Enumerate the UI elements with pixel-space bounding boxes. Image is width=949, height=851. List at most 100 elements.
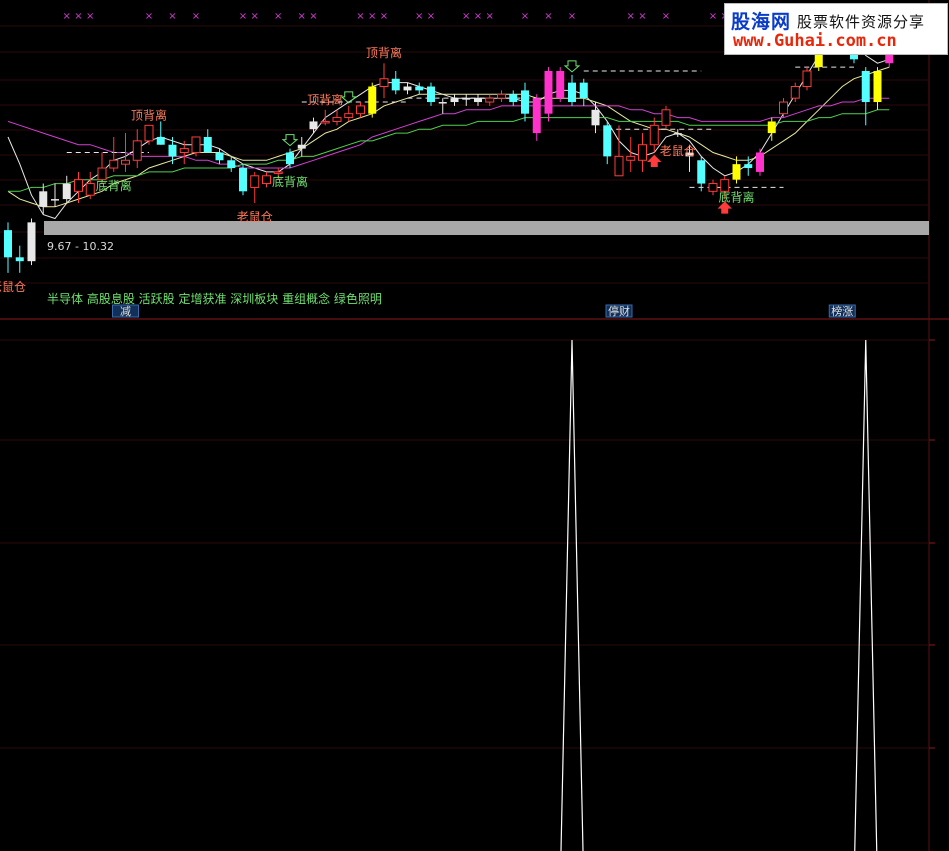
candle-body (144, 124, 154, 142)
candle (661, 105, 671, 130)
top-marker: × (239, 11, 247, 22)
signal-label: 顶背离 (131, 107, 167, 122)
candle-body (802, 70, 812, 88)
candle-body (509, 94, 518, 103)
top-marker: × (415, 11, 423, 22)
candle-body (356, 105, 365, 115)
candle-body (85, 183, 95, 196)
top-marker: × (627, 11, 635, 22)
candle-body (4, 230, 12, 258)
top-marker: × (662, 11, 670, 22)
watermark-tagline: 股票软件资源分享 (797, 13, 926, 31)
candle-body (427, 86, 435, 103)
candle-body (485, 97, 495, 103)
candle-body (861, 70, 870, 103)
candle-body (203, 136, 212, 153)
candle-body (239, 168, 247, 192)
candle-body (309, 121, 318, 130)
candle-body (790, 86, 800, 99)
candle (4, 222, 12, 273)
up-arrow-icon (647, 154, 662, 167)
top-marker: × (192, 11, 200, 22)
candle (15, 245, 24, 273)
candle-body (767, 121, 776, 134)
candle (579, 78, 588, 106)
candle-body (649, 124, 659, 146)
candle-body (697, 160, 706, 184)
candle-body (673, 133, 682, 135)
candle-body (39, 191, 48, 207)
candle-body (168, 144, 177, 157)
top-marker: × (638, 11, 646, 22)
candle-body (462, 98, 471, 100)
candle-body (51, 199, 59, 201)
candle-body (320, 120, 330, 124)
top-marker: × (544, 11, 552, 22)
signal-label: 老鼠仓 (237, 210, 273, 224)
top-marker: × (568, 11, 576, 22)
chart-canvas: ××××××××××××××××××××××××××××××××××顶背离顶背离… (0, 0, 949, 851)
top-marker: × (356, 11, 364, 22)
candle-body (544, 70, 553, 114)
watermark-brand: 股海网 (731, 11, 792, 33)
price-range-label: 9.67 - 10.32 (47, 240, 114, 253)
top-marker: × (86, 11, 94, 22)
candle (391, 70, 400, 95)
top-marker: × (298, 11, 306, 22)
top-marker: × (474, 11, 482, 22)
candle-body (532, 98, 541, 134)
candle (203, 129, 212, 153)
event-label: 榜涨 (831, 304, 853, 318)
candle-body (179, 148, 189, 154)
top-marker: × (145, 11, 153, 22)
candle (344, 105, 354, 122)
top-marker: × (427, 11, 435, 22)
candle-body (415, 86, 424, 91)
candle-body (332, 117, 342, 122)
candle (532, 94, 541, 141)
down-arrow-icon (281, 134, 299, 147)
candle-body (156, 136, 165, 145)
candle (697, 156, 706, 192)
candle-body (591, 109, 600, 126)
candle (626, 136, 636, 172)
candle-body (614, 155, 624, 177)
candle (603, 121, 612, 165)
candle-body (273, 171, 283, 174)
top-marker: × (486, 11, 494, 22)
candle (320, 109, 330, 126)
candle (250, 171, 260, 203)
candle-body (744, 164, 753, 169)
candle (368, 82, 377, 118)
top-marker: × (462, 11, 470, 22)
candle (649, 117, 659, 153)
signal-label: 顶背离 (307, 92, 343, 107)
candle-body (708, 183, 718, 192)
candle-body (15, 257, 24, 262)
signal-label: 底背离 (272, 174, 308, 189)
candle (415, 82, 424, 95)
candle (379, 63, 389, 99)
signal-label: 底背离 (718, 190, 754, 205)
signal-label: 顶背离 (366, 45, 402, 60)
candle-body (450, 98, 459, 103)
candle (474, 94, 482, 106)
candle (779, 98, 788, 118)
candle-body (603, 125, 612, 157)
candle (51, 183, 59, 207)
event-label: 停财 (608, 304, 630, 318)
candle (544, 67, 553, 122)
candle (756, 148, 764, 176)
candle-body (132, 140, 142, 161)
candle-body (379, 78, 389, 88)
top-marker: × (274, 11, 282, 22)
signal-label: 老鼠仓 (660, 144, 696, 158)
signal-spike (560, 339, 584, 851)
top-marker: × (168, 11, 176, 22)
candle-body (497, 93, 506, 99)
candle (168, 136, 177, 165)
candle (873, 67, 882, 110)
signal-label: 底背离 (96, 178, 132, 193)
top-marker: × (63, 11, 71, 22)
down-arrow-icon (340, 91, 358, 104)
